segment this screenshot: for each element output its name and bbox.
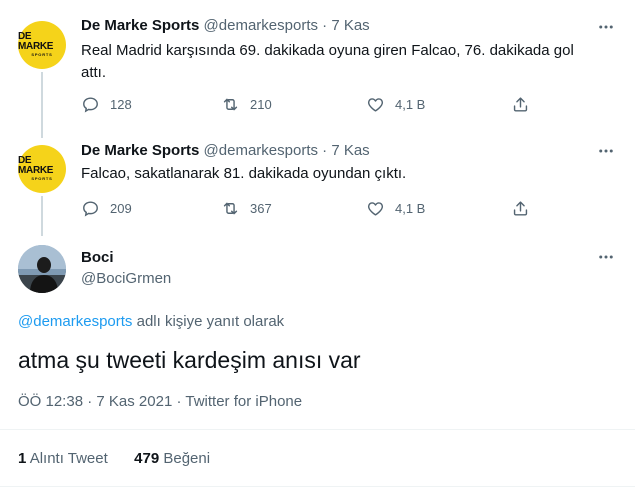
- share-button[interactable]: [511, 199, 530, 218]
- avatar-logo-text: DE MARKE: [18, 31, 54, 52]
- tweet-date[interactable]: 7 Kas: [331, 17, 369, 34]
- avatar-logo-text: DE MARKE: [18, 155, 54, 176]
- tweet-text: Real Madrid karşısında 69. dakikada oyun…: [81, 42, 574, 81]
- author-handle[interactable]: @BociGrmen: [81, 269, 171, 289]
- thread-line: [41, 196, 43, 236]
- reply-button[interactable]: 128: [81, 95, 221, 114]
- retweet-icon: [223, 98, 238, 111]
- heart-icon: [367, 98, 384, 112]
- like-count: 4,1 B: [395, 201, 426, 216]
- like-stat-label: Beğeni: [163, 450, 211, 467]
- quote-tweet-stat[interactable]: 1 Alıntı Tweet: [18, 450, 112, 467]
- quote-count: 1: [18, 450, 27, 467]
- divider: [0, 486, 635, 487]
- retweet-count: 367: [250, 201, 272, 216]
- author-handle[interactable]: @demarkesports: [204, 17, 318, 34]
- tweet-text: Falcao, sakatlanarak 81. dakikada oyunda…: [81, 165, 407, 182]
- separator: ·: [176, 393, 182, 410]
- avatar[interactable]: DE MARKE SPORTS: [18, 145, 66, 193]
- reply-icon: [83, 97, 98, 113]
- retweet-button[interactable]: 367: [221, 199, 366, 218]
- retweet-icon: [223, 202, 238, 215]
- more-icon[interactable]: [596, 17, 616, 37]
- like-stat-count: 479: [134, 450, 160, 467]
- avatar[interactable]: DE MARKE SPORTS: [18, 21, 66, 69]
- reply-button[interactable]: 209: [81, 199, 221, 218]
- tweet-date[interactable]: 7 Kas: [331, 142, 369, 159]
- share-button[interactable]: [511, 95, 530, 114]
- avatar-photo: [18, 245, 66, 293]
- more-icon[interactable]: [596, 247, 616, 267]
- tweet-source[interactable]: Twitter for iPhone: [185, 393, 302, 410]
- reply-context-text: adlı kişiye yanıt olarak: [136, 313, 285, 330]
- reply-count: 209: [110, 201, 132, 216]
- retweet-count: 210: [250, 97, 272, 112]
- more-icon[interactable]: [596, 141, 616, 161]
- separator: ·: [87, 393, 93, 410]
- avatar-logo-subtext: SPORTS: [31, 52, 53, 57]
- separator: ·: [322, 17, 328, 34]
- share-icon: [513, 201, 528, 216]
- heart-icon: [367, 202, 384, 216]
- avatar[interactable]: [18, 245, 66, 293]
- reply-count: 128: [110, 97, 132, 112]
- tweet-date[interactable]: 7 Kas 2021: [96, 393, 172, 410]
- avatar-logo-subtext: SPORTS: [31, 176, 53, 181]
- tweet-header: De Marke Sports @demarkesports · 7 Kas: [81, 141, 370, 161]
- tweet-header: De Marke Sports @demarkesports · 7 Kas: [81, 16, 370, 36]
- reply-icon: [83, 201, 98, 217]
- share-icon: [513, 97, 528, 112]
- quote-label: Alıntı Tweet: [29, 450, 108, 467]
- likes-stat[interactable]: 479 Beğeni: [134, 450, 210, 467]
- like-count: 4,1 B: [395, 97, 426, 112]
- tweet-actions: 209 367 4,1 B: [81, 199, 531, 218]
- author-handle[interactable]: @demarkesports: [204, 142, 318, 159]
- like-button[interactable]: 4,1 B: [366, 199, 511, 218]
- author-name[interactable]: De Marke Sports: [81, 17, 199, 34]
- author-name[interactable]: Boci: [81, 248, 114, 268]
- like-button[interactable]: 4,1 B: [366, 95, 511, 114]
- author-name[interactable]: De Marke Sports: [81, 142, 199, 159]
- reply-context: @demarkesports adlı kişiye yanıt olarak: [18, 312, 284, 332]
- tweet-stats: 1 Alıntı Tweet 479 Beğeni: [18, 449, 210, 469]
- reply-to-handle[interactable]: @demarkesports: [18, 313, 132, 330]
- tweet-meta: ÖÖ 12:38 · 7 Kas 2021 · Twitter for iPho…: [18, 392, 302, 412]
- divider: [0, 429, 635, 430]
- retweet-button[interactable]: 210: [221, 95, 366, 114]
- separator: ·: [322, 142, 328, 159]
- thread-line: [41, 72, 43, 138]
- tweet-actions: 128 210 4,1 B: [81, 95, 531, 114]
- tweet-text: atma şu tweeti kardeşim anısı var: [18, 347, 361, 373]
- tweet-time[interactable]: ÖÖ 12:38: [18, 393, 83, 410]
